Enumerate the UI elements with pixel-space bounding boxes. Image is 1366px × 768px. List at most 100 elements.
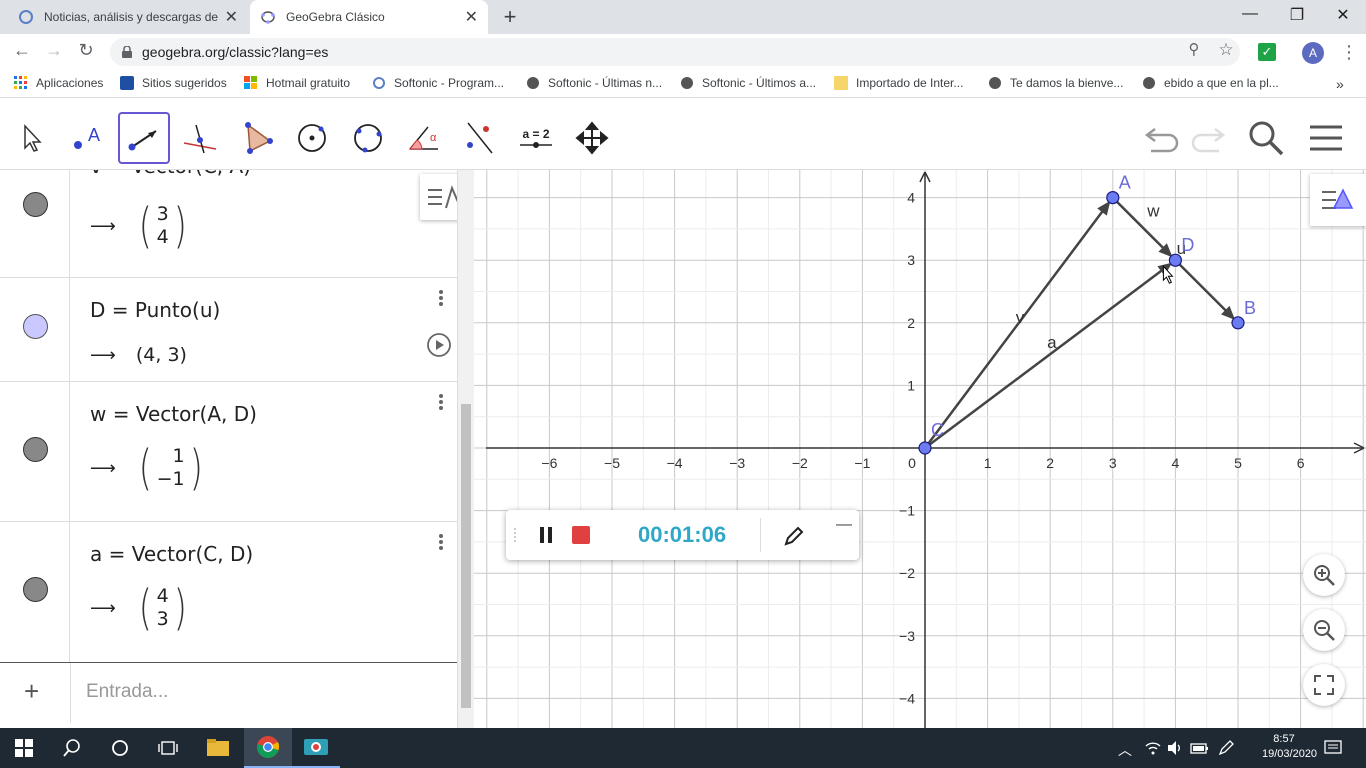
- bookmark-ebido[interactable]: ebido a que en la pl...: [1142, 76, 1279, 90]
- circle-three-points-tool-icon[interactable]: [342, 112, 394, 164]
- bookmark-label: Hotmail gratuito: [266, 76, 351, 90]
- tab-noticias[interactable]: Noticias, análisis y descargas de ✕: [8, 0, 248, 34]
- volume-icon[interactable]: [1166, 740, 1184, 759]
- reflect-tool-icon[interactable]: [454, 112, 506, 164]
- tab-geogebra[interactable]: GeoGebra Clásico ✕: [250, 0, 488, 34]
- point-tool-icon[interactable]: A: [62, 112, 114, 164]
- algebra-row-w[interactable]: w = Vector(A, D) ⟶ (1 −1): [0, 382, 457, 522]
- algebra-row-D[interactable]: D = Punto(u) ⟶ (4, 3): [0, 278, 457, 382]
- network-icon[interactable]: [1144, 740, 1162, 759]
- pen-icon[interactable]: [782, 524, 806, 553]
- bookmark-star-icon[interactable]: ☆: [1214, 40, 1238, 60]
- algebra-style-button[interactable]: [420, 174, 457, 220]
- redo-icon[interactable]: [1188, 118, 1228, 158]
- main-menu-icon[interactable]: [1306, 118, 1346, 158]
- drag-handle[interactable]: [514, 528, 518, 542]
- vector-u: [1174, 259, 1229, 314]
- definition-v[interactable]: v = Vector(C, A): [90, 170, 251, 178]
- add-icon[interactable]: +: [24, 678, 39, 704]
- play-animation-icon[interactable]: [426, 332, 452, 363]
- show-hidden-icons-icon[interactable]: ︿: [1118, 740, 1132, 760]
- close-tab-icon[interactable]: ✕: [465, 7, 478, 27]
- algebra-row-v[interactable]: v = Vector(C, A) ⟶ (34): [0, 170, 457, 278]
- bookmark-te-damos[interactable]: Te damos la bienve...: [988, 76, 1123, 90]
- more-options-icon[interactable]: [436, 288, 446, 308]
- close-window-icon[interactable]: ✕: [1323, 5, 1363, 25]
- slider-tool-icon[interactable]: a = 2: [510, 112, 562, 164]
- more-options-icon[interactable]: [436, 392, 446, 412]
- zoom-in-icon[interactable]: [1303, 554, 1345, 596]
- slider-tool-label: a = 2: [522, 127, 550, 141]
- x-tick-label: −6: [541, 455, 557, 471]
- angle-tool-icon[interactable]: α: [398, 112, 450, 164]
- definition-D[interactable]: D = Punto(u): [90, 298, 220, 322]
- graphics-canvas[interactable]: −6 −5 −4 −3 −2 −1 0 1 2 3 4 5 64321−1−2−3−4vawuADBC: [474, 170, 1366, 728]
- y-tick-label: 2: [907, 315, 915, 331]
- new-tab-icon[interactable]: +: [498, 4, 522, 30]
- minimize-recorder-icon[interactable]: —: [836, 516, 852, 534]
- notifications-icon[interactable]: [1324, 740, 1342, 759]
- cortana-icon[interactable]: [96, 728, 144, 768]
- algebra-scrollbar-thumb[interactable]: [461, 404, 471, 708]
- move-graphics-tool-icon[interactable]: [566, 112, 618, 164]
- definition-a[interactable]: a = Vector(C, D): [90, 542, 253, 566]
- graphics-style-button[interactable]: [1310, 174, 1366, 226]
- profile-avatar[interactable]: A: [1302, 42, 1324, 64]
- perpendicular-tool-icon[interactable]: [174, 112, 226, 164]
- forward-icon[interactable]: →: [42, 40, 66, 61]
- move-tool-icon[interactable]: [6, 112, 58, 164]
- windows-start-icon[interactable]: [0, 728, 48, 768]
- chrome-menu-icon[interactable]: ⋮: [1340, 42, 1358, 63]
- bookmark-apps[interactable]: Aplicaciones: [14, 76, 103, 90]
- visibility-toggle-v[interactable]: [23, 192, 48, 217]
- fullscreen-icon[interactable]: [1303, 664, 1345, 706]
- geogebra-favicon-icon: [260, 9, 276, 25]
- zoom-icon[interactable]: ⚲: [1182, 40, 1206, 58]
- visibility-toggle-w[interactable]: [23, 437, 48, 462]
- input-field[interactable]: Entrada...: [86, 681, 168, 703]
- definition-w[interactable]: w = Vector(A, D): [90, 402, 257, 426]
- x-tick-label: −1: [854, 455, 870, 471]
- bookmark-label: Softonic - Últimos a...: [702, 76, 817, 90]
- screen-recorder-taskbar-icon[interactable]: [292, 728, 340, 768]
- extension-check-icon[interactable]: ✓: [1258, 43, 1276, 61]
- undo-icon[interactable]: [1142, 118, 1182, 158]
- address-bar[interactable]: geogebra.org/classic?lang=es: [110, 38, 1240, 66]
- bookmark-hotmail[interactable]: Hotmail gratuito: [244, 76, 350, 90]
- chrome-taskbar-icon[interactable]: [244, 728, 292, 768]
- circle-center-tool-icon[interactable]: [286, 112, 338, 164]
- windows-flag-icon: [244, 76, 258, 90]
- stop-record-icon[interactable]: [572, 526, 590, 544]
- reload-icon[interactable]: ↻: [74, 40, 98, 61]
- result-D: ⟶ (4, 3): [90, 344, 187, 366]
- visibility-toggle-a[interactable]: [23, 577, 48, 602]
- visibility-toggle-D[interactable]: [23, 314, 48, 339]
- clock[interactable]: 8:57 19/03/2020: [1262, 732, 1317, 762]
- svg-text:A: A: [88, 125, 100, 145]
- folder-icon: [834, 76, 848, 90]
- minimize-icon[interactable]: —: [1230, 5, 1270, 23]
- pen-workspace-icon[interactable]: [1218, 740, 1236, 759]
- search-icon[interactable]: [1246, 118, 1286, 158]
- pause-icon[interactable]: [538, 526, 554, 549]
- task-view-icon[interactable]: [144, 728, 192, 768]
- back-icon[interactable]: ←: [10, 40, 34, 61]
- algebra-row-a[interactable]: a = Vector(C, D) ⟶ (4 3): [0, 522, 457, 662]
- taskbar-search-icon[interactable]: [48, 728, 96, 768]
- bookmark-softonic-3[interactable]: Softonic - Últimos a...: [680, 76, 816, 90]
- polygon-tool-icon[interactable]: [230, 112, 282, 164]
- bookmark-softonic-2[interactable]: Softonic - Últimas n...: [526, 76, 662, 90]
- zoom-out-icon[interactable]: [1303, 609, 1345, 651]
- battery-icon[interactable]: [1190, 740, 1210, 759]
- file-explorer-icon[interactable]: [194, 728, 242, 768]
- bookmark-importado[interactable]: Importado de Inter...: [834, 76, 963, 90]
- vector-tool-icon[interactable]: [118, 112, 170, 164]
- bookmark-label: Importado de Inter...: [856, 76, 964, 90]
- close-tab-icon[interactable]: ✕: [225, 7, 238, 27]
- bookmark-softonic-1[interactable]: Softonic - Program...: [372, 76, 504, 90]
- restore-icon[interactable]: ❐: [1277, 5, 1317, 25]
- more-options-icon[interactable]: [436, 532, 446, 552]
- more-bookmarks-icon[interactable]: »: [1336, 76, 1344, 92]
- bookmark-sitios[interactable]: Sitios sugeridos: [120, 76, 227, 90]
- graphics-view[interactable]: −6 −5 −4 −3 −2 −1 0 1 2 3 4 5 6 4 3 2 1 −1 −2 −3 −4 v a w u A D B C: [474, 170, 1366, 728]
